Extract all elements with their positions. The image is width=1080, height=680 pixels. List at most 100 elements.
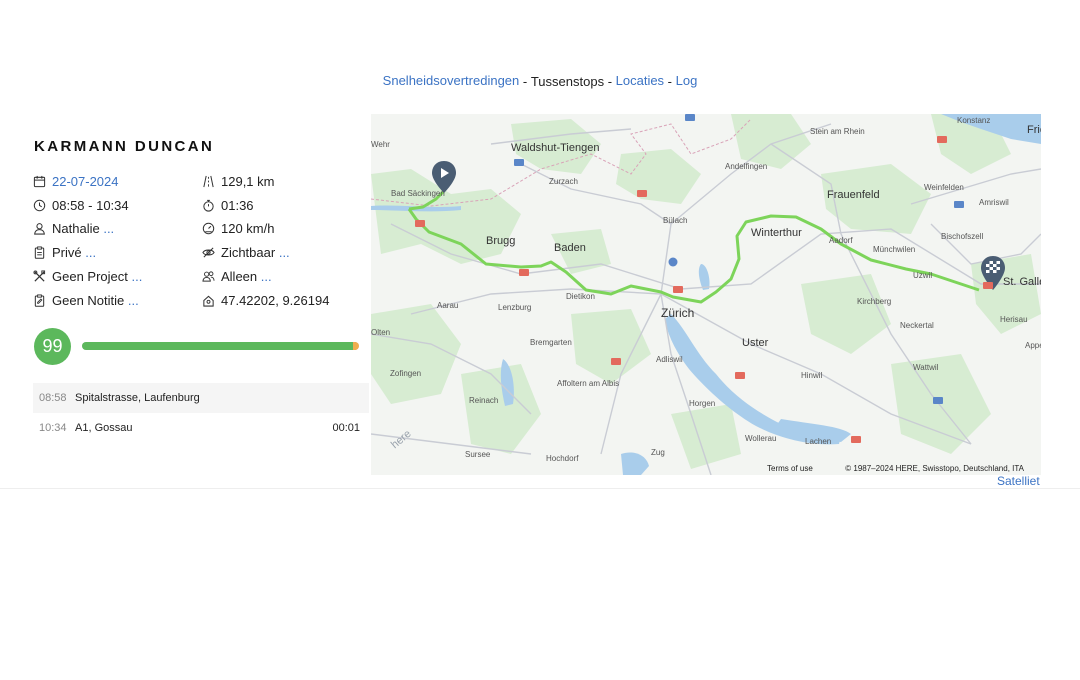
trip-tabs-nav: Snelheidsovertredingen - Tussenstops - L… — [0, 73, 1080, 89]
nav-separator: - — [519, 74, 531, 90]
stop-time: 08:58 — [39, 392, 67, 404]
category-more-link[interactable]: ... — [85, 245, 96, 260]
users-icon — [202, 270, 215, 283]
map-label: Uzwil — [913, 271, 933, 280]
map-label: Konstanz — [957, 116, 991, 125]
max-speed: 120 km/h — [221, 221, 275, 236]
road-icon — [202, 175, 215, 188]
score-progress-fill — [82, 342, 357, 350]
distance-row: 129,1 km — [202, 174, 274, 189]
route-map[interactable]: Konstanz Stein am Rhein Waldshut-Tiengen… — [371, 114, 1041, 475]
map-label: Lachen — [805, 437, 832, 446]
visibility-row: Zichtbaar ... — [202, 245, 290, 260]
map-label: Aarau — [437, 301, 459, 310]
project-row: Geen Project ... — [33, 269, 142, 284]
user-icon — [33, 222, 46, 235]
map-label: Waldshut-Tiengen — [511, 142, 600, 154]
tab-stops: Tussenstops — [530, 74, 605, 90]
map-label: Zürich — [661, 306, 695, 320]
map-label: Sursee — [465, 450, 491, 459]
map-label: Herisau — [1000, 315, 1028, 324]
map-label: Kirchberg — [857, 297, 892, 306]
note-icon — [33, 294, 46, 307]
stop-time: 10:34 — [39, 422, 67, 434]
tools-icon — [33, 270, 46, 283]
section-divider — [0, 488, 1080, 489]
duration-row: 01:36 — [202, 198, 254, 213]
company-more-link[interactable]: ... — [261, 269, 272, 284]
map-label: Neckertal — [900, 321, 934, 330]
terms-of-use-link[interactable]: Terms of use — [767, 464, 813, 473]
map-label: Dietikon — [566, 292, 595, 301]
map-label: Baden — [554, 242, 586, 254]
map-label: Weinfelden — [924, 183, 964, 192]
forest-areas — [371, 114, 1041, 469]
driver-first-name: Nathalie — [52, 221, 100, 236]
map-label: Bremgarten — [530, 338, 572, 347]
list-item[interactable]: 10:34 A1, Gossau 00:01 — [33, 413, 369, 443]
coordinates-row: 47.42202, 9.26194 — [202, 293, 329, 308]
map-label: Frie — [1027, 124, 1041, 136]
driving-score-badge: 99 — [34, 328, 71, 365]
category-row: Privé ... — [33, 245, 96, 260]
stopwatch-icon — [202, 199, 215, 212]
visibility-value: Zichtbaar — [221, 245, 276, 260]
map-label: Zofingen — [390, 369, 422, 378]
map-label: Winterthur — [751, 227, 802, 239]
driver-row: Nathalie ... — [33, 221, 114, 236]
map-label: Affoltern am Albis — [557, 379, 620, 388]
map-label: Wehr — [371, 140, 390, 149]
list-item[interactable]: 08:58 Spitalstrasse, Laufenburg — [33, 383, 369, 413]
map-label: Reinach — [469, 396, 499, 405]
stops-list: 08:58 Spitalstrasse, Laufenburg 10:34 A1… — [33, 383, 369, 443]
map-label: Aadorf — [829, 236, 853, 245]
map-label: Hochdorf — [546, 454, 579, 463]
score-progress-bar — [82, 342, 359, 350]
calendar-icon — [33, 175, 46, 188]
map-label: Wattwil — [913, 363, 939, 372]
driver-name: KARMANN DUNCAN — [34, 138, 215, 155]
visibility-more-link[interactable]: ... — [279, 245, 290, 260]
clock-icon — [33, 199, 46, 212]
map-label: Münchwilen — [873, 245, 916, 254]
project-more-link[interactable]: ... — [132, 269, 143, 284]
trip-category: Privé — [52, 245, 82, 260]
score-progress-warning — [353, 342, 359, 350]
stop-duration: 00:01 — [332, 422, 360, 434]
map-label: Zurzach — [549, 177, 578, 186]
project-value: Geen Project — [52, 269, 128, 284]
company-value: Alleen — [221, 269, 258, 284]
stop-address: Spitalstrasse, Laufenburg — [75, 392, 200, 404]
note-more-link[interactable]: ... — [128, 293, 139, 308]
tab-speeding[interactable]: Snelheidsovertredingen — [383, 73, 520, 88]
map-canvas — [371, 114, 1041, 475]
map-label: Hinwil — [801, 371, 823, 380]
nav-separator: - — [664, 74, 676, 90]
map-label: St. Gallen — [1003, 276, 1041, 288]
tab-log[interactable]: Log — [676, 73, 698, 88]
map-label: Olten — [371, 328, 391, 337]
map-label: Bülach — [663, 216, 688, 225]
map-label: Adliswil — [656, 355, 683, 364]
driver-more-link[interactable]: ... — [103, 221, 114, 236]
satellite-toggle-link[interactable]: Satelliet — [997, 474, 1040, 488]
map-label: Bischofszell — [941, 232, 984, 241]
trip-date-link[interactable]: 22-07-2024 — [52, 174, 119, 189]
tab-locations[interactable]: Locaties — [616, 73, 664, 88]
eye-slash-icon — [202, 246, 215, 259]
map-label: Uster — [742, 337, 769, 349]
map-label: Horgen — [689, 399, 716, 408]
stop-address: A1, Gossau — [75, 422, 133, 434]
map-label: Stein am Rhein — [810, 127, 865, 136]
location-icon — [202, 294, 215, 307]
company-row: Alleen ... — [202, 269, 272, 284]
map-label: Brugg — [486, 235, 516, 247]
note-value: Geen Notitie — [52, 293, 125, 308]
time-range: 08:58 - 10:34 — [52, 198, 129, 213]
map-label: Zug — [651, 448, 665, 457]
map-label: Andelfingen — [725, 162, 768, 171]
map-label: Appe — [1025, 341, 1041, 350]
coordinates-value: 47.42202, 9.26194 — [221, 293, 330, 308]
note-row: Geen Notitie ... — [33, 293, 139, 308]
map-label: Wollerau — [745, 434, 777, 443]
